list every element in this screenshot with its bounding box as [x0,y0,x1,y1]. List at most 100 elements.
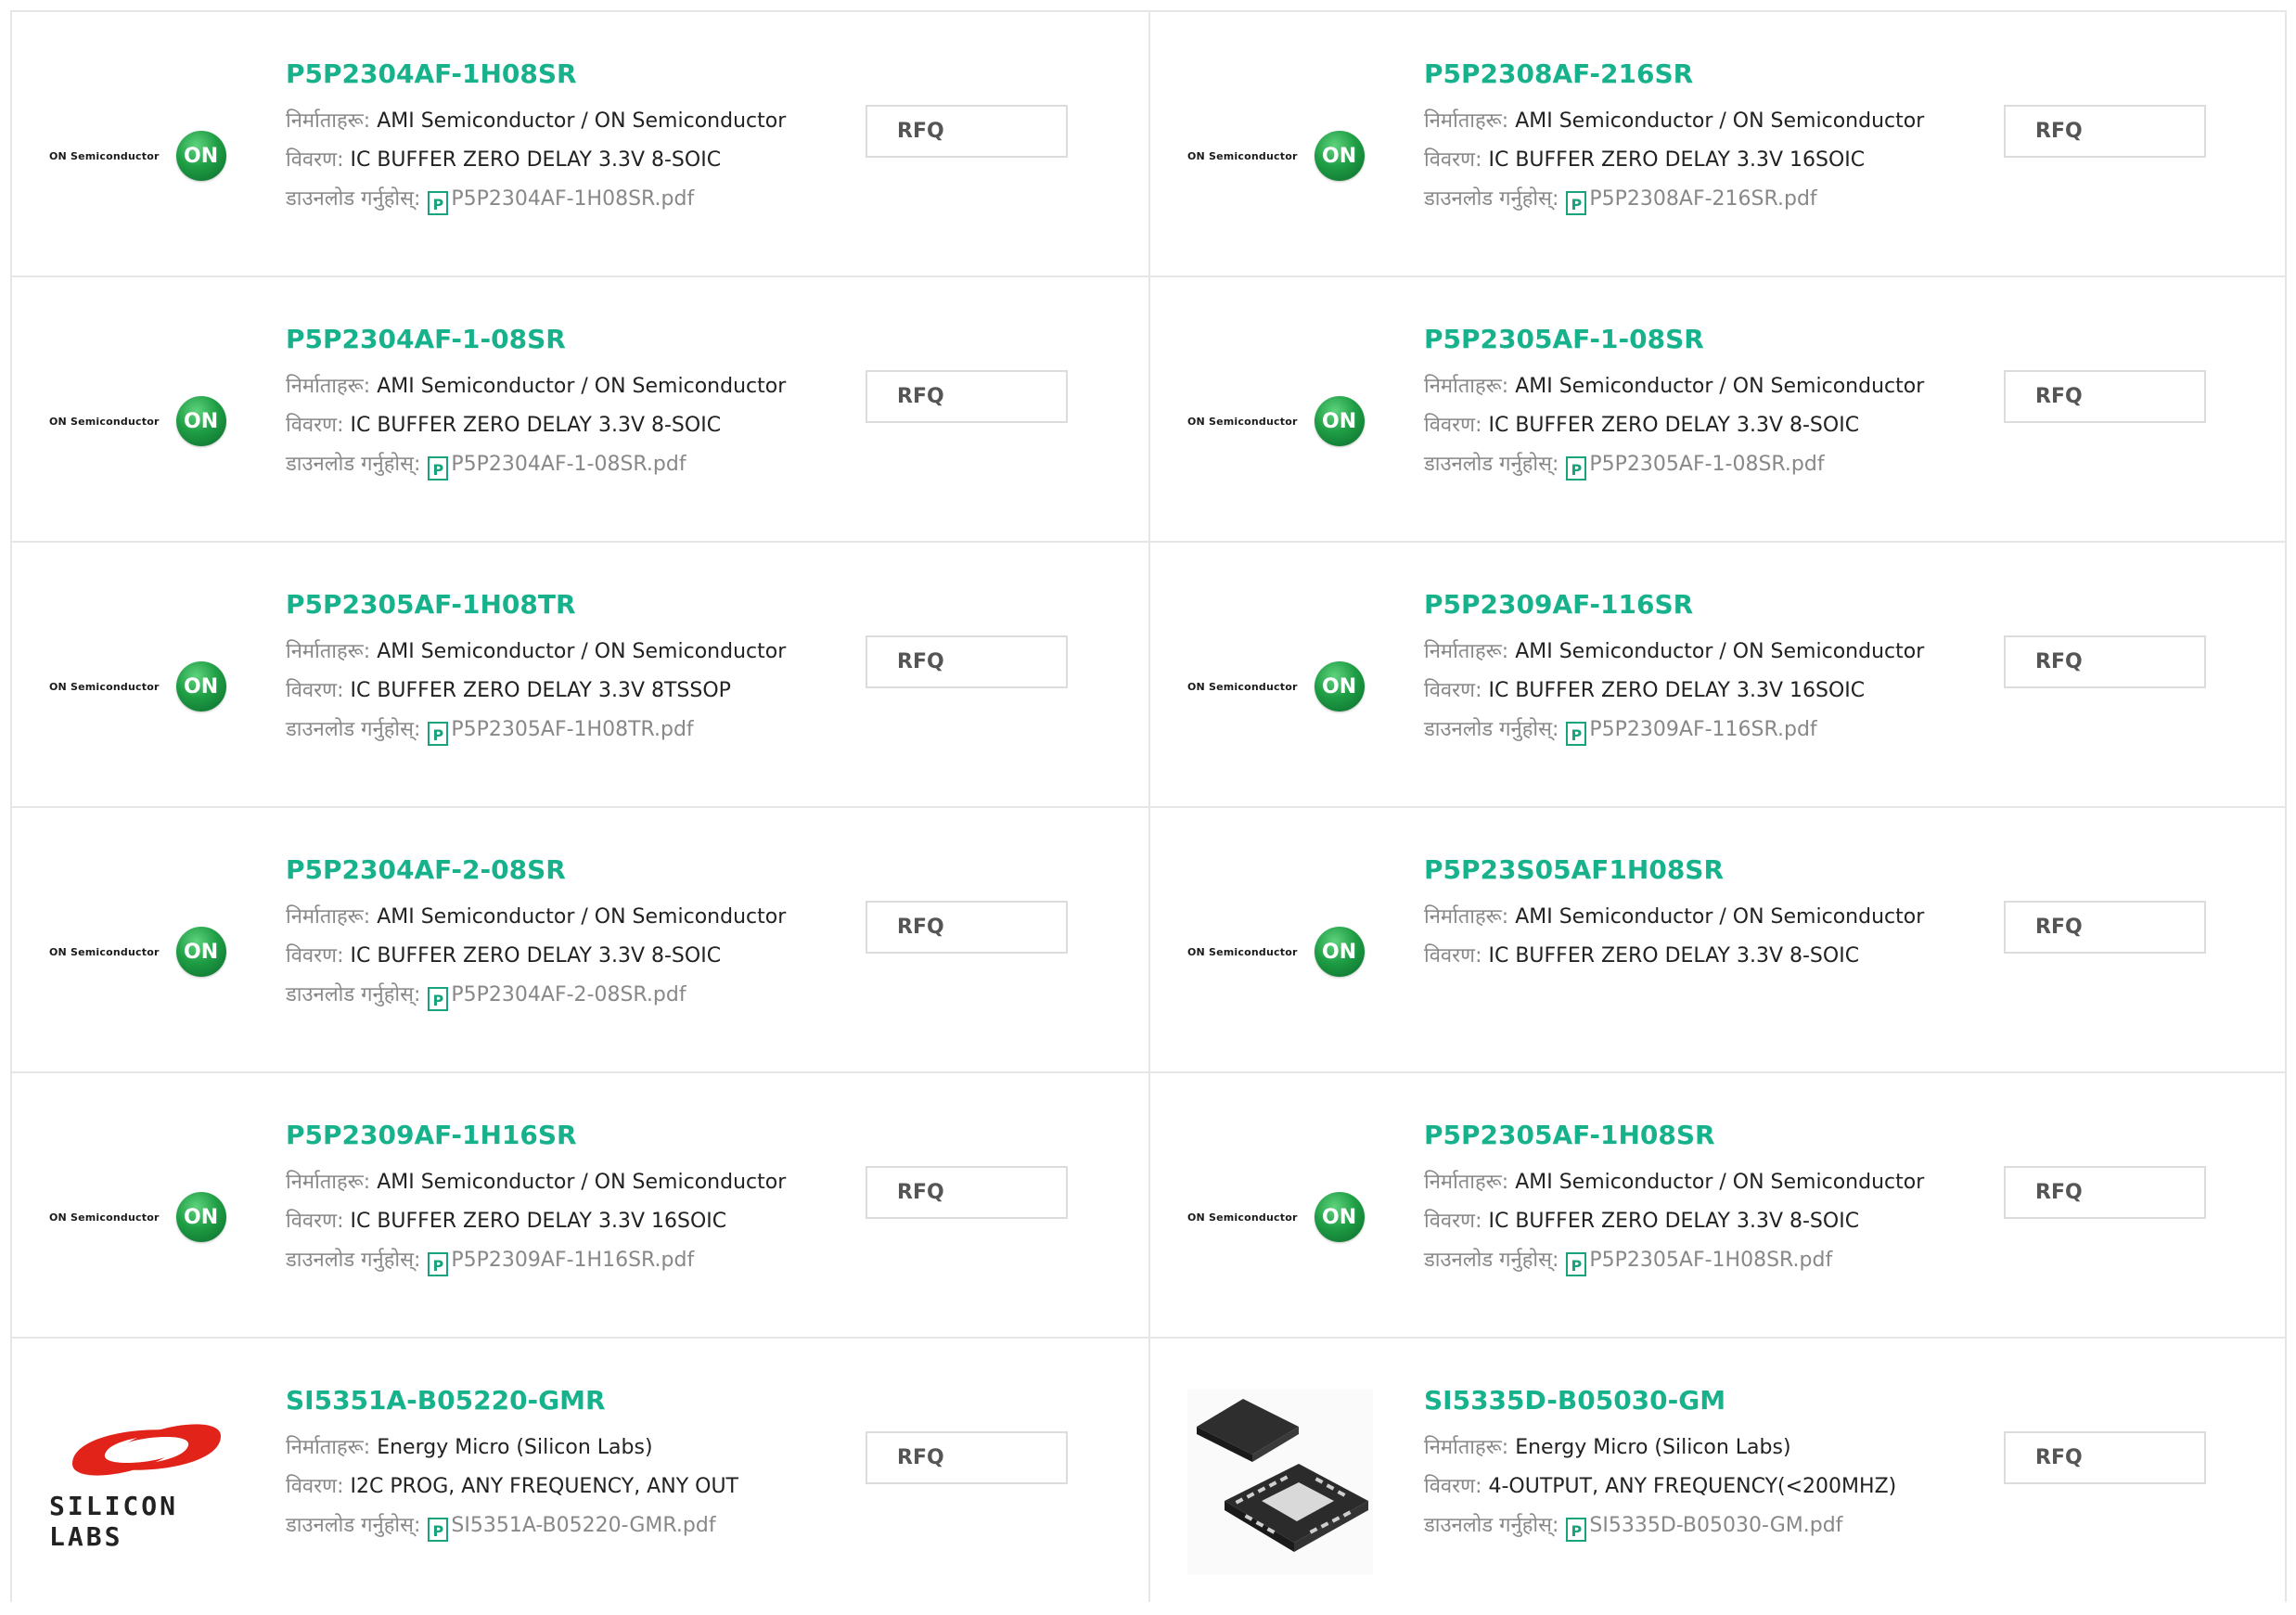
datasheet-link[interactable]: P5P2309AF-116SR.pdf [1589,718,1816,741]
pdf-icon[interactable]: P [1566,722,1587,746]
onsemi-circle-icon: ON [1314,1192,1365,1242]
product-info: P5P2309AF-116SR निर्माताहरू: AMI Semicond… [1424,589,1981,750]
manufacturer-line: निर्माताहरू: Energy Micro (Silicon Labs) [286,1429,842,1468]
manufacturer-logo: SILICON LABS [49,1394,244,1570]
manufacturer-value: AMI Semiconductor / ON Semiconductor [377,905,787,929]
product-card: ON Semiconductor ON P5P2309AF-116SR निर्मात… [1148,541,2287,806]
description-label: विवरण: [286,414,344,437]
description-label: विवरण: [286,1475,344,1498]
onsemi-logo: ON Semiconductor ON [49,661,226,711]
rfq-button[interactable]: RFQ [866,370,1068,423]
manufacturer-label: निर्माताहरू: [1424,640,1509,663]
description-value: IC BUFFER ZERO DELAY 3.3V 8-SOIC [1488,944,1860,968]
product-info: P5P2304AF-1H08SR निर्माताहरू: AMI Semicon… [286,58,842,219]
download-line: डाउनलोड गर्नुहोस्: P P5P2305AF-1H08TR.pdf [286,711,842,750]
part-number-link[interactable]: P5P2305AF-1-08SR [1424,324,1981,354]
datasheet-link[interactable]: SI5335D-B05030-GM.pdf [1589,1514,1842,1537]
download-label: डाउनलोड गर्नुहोस्: [1424,718,1559,741]
manufacturer-logo: ON Semiconductor ON [1187,333,1382,509]
rfq-button[interactable]: RFQ [2004,901,2206,954]
manufacturer-label: निर्माताहरू: [286,640,371,663]
datasheet-link[interactable]: P5P2305AF-1H08SR.pdf [1589,1249,1832,1272]
product-info: SI5335D-B05030-GM निर्माताहरू: Energy Mic… [1424,1385,1981,1545]
pdf-icon[interactable]: P [428,1518,449,1542]
rfq-button[interactable]: RFQ [866,635,1068,688]
manufacturer-value: AMI Semiconductor / ON Semiconductor [377,640,787,663]
pdf-icon[interactable]: P [1566,1518,1587,1542]
download-line: डाउनलोड गर्नुहोस्: P P5P2309AF-1H16SR.pdf [286,1241,842,1280]
part-number-link[interactable]: P5P2309AF-1H16SR [286,1120,842,1150]
description-label: विवरण: [286,679,344,702]
part-number-link[interactable]: SI5351A-B05220-GMR [286,1385,842,1416]
rfq-button[interactable]: RFQ [2004,370,2206,423]
onsemi-logo-text: ON Semiconductor [49,415,160,428]
datasheet-link[interactable]: P5P2309AF-1H16SR.pdf [451,1249,694,1272]
manufacturer-value: AMI Semiconductor / ON Semiconductor [1515,1171,1925,1194]
pdf-icon[interactable]: P [1566,191,1587,215]
part-number-link[interactable]: SI5335D-B05030-GM [1424,1385,1981,1416]
datasheet-link[interactable]: P5P2305AF-1H08TR.pdf [451,718,693,741]
rfq-button[interactable]: RFQ [2004,635,2206,688]
part-number-link[interactable]: P5P2304AF-1-08SR [286,324,842,354]
rfq-button[interactable]: RFQ [866,1166,1068,1219]
download-label: डाउनलोड गर्नुहोस्: [1424,1514,1559,1537]
pdf-icon[interactable]: P [428,191,449,215]
description-label: विवरण: [1424,414,1482,437]
pdf-icon[interactable]: P [428,722,449,746]
download-line: डाउनलोड गर्नुहोस्: P P5P2304AF-1-08SR.pdf [286,445,842,484]
datasheet-link[interactable]: SI5351A-B05220-GMR.pdf [451,1514,715,1537]
onsemi-circle-icon: ON [1314,927,1365,977]
description-line: विवरण: IC BUFFER ZERO DELAY 3.3V 8-SOIC [1424,937,1981,976]
pdf-icon[interactable]: P [1566,1252,1587,1276]
description-line: विवरण: IC BUFFER ZERO DELAY 3.3V 8TSSOP [286,672,842,711]
manufacturer-logo [1187,1390,1382,1575]
part-number-link[interactable]: P5P2305AF-1H08SR [1424,1120,1981,1150]
rfq-button[interactable]: RFQ [866,1431,1068,1484]
manufacturer-line: निर्माताहरू: AMI Semiconductor / ON Semi… [286,367,842,406]
part-number-link[interactable]: P5P2308AF-216SR [1424,58,1981,89]
description-label: विवरण: [1424,679,1482,702]
onsemi-logo: ON Semiconductor ON [1187,1192,1365,1242]
download-label: डाउनलोड गर्नुहोस्: [1424,187,1559,211]
part-number-link[interactable]: P5P2304AF-1H08SR [286,58,842,89]
download-label: डाउनलोड गर्नुहोस्: [286,187,421,211]
manufacturer-value: AMI Semiconductor / ON Semiconductor [377,109,787,133]
rfq-button[interactable]: RFQ [2004,105,2206,158]
part-number-link[interactable]: P5P2309AF-116SR [1424,589,1981,620]
onsemi-circle-icon: ON [175,927,226,977]
datasheet-link[interactable]: P5P2308AF-216SR.pdf [1589,187,1816,211]
part-number-link[interactable]: P5P23S05AF1H08SR [1424,854,1981,885]
product-card: ON Semiconductor ON P5P2305AF-1-08SR निर्मा… [1148,276,2287,541]
onsemi-logo-text: ON Semiconductor [49,149,160,162]
pdf-icon[interactable]: P [1566,456,1587,481]
manufacturer-label: निर्माताहरू: [1424,905,1509,929]
datasheet-link[interactable]: P5P2304AF-1-08SR.pdf [451,453,686,476]
pdf-icon[interactable]: P [428,1252,449,1276]
rfq-button[interactable]: RFQ [2004,1431,2206,1484]
manufacturer-logo: ON Semiconductor ON [1187,1129,1382,1305]
manufacturer-value: AMI Semiconductor / ON Semiconductor [377,375,787,398]
product-info: P5P2304AF-2-08SR निर्माताहरू: AMI Semicon… [286,854,842,1015]
onsemi-logo: ON Semiconductor ON [1187,396,1365,446]
onsemi-logo-text: ON Semiconductor [1187,149,1298,162]
datasheet-link[interactable]: P5P2304AF-2-08SR.pdf [451,983,686,1006]
description-value: IC BUFFER ZERO DELAY 3.3V 8-SOIC [1488,414,1860,437]
part-number-link[interactable]: P5P2305AF-1H08TR [286,589,842,620]
datasheet-link[interactable]: P5P2304AF-1H08SR.pdf [451,187,694,211]
download-line: डाउनलोड गर्नुहोस्: P P5P2305AF-1-08SR.pdf [1424,445,1981,484]
manufacturer-label: निर्माताहरू: [286,905,371,929]
onsemi-circle-icon: ON [175,1192,226,1242]
rfq-button[interactable]: RFQ [866,901,1068,954]
download-line: डाउनलोड गर्नुहोस्: P P5P2305AF-1H08SR.pdf [1424,1241,1981,1280]
pdf-icon[interactable]: P [428,456,449,481]
product-info: P5P23S05AF1H08SR निर्माताहरू: AMI Semicon… [1424,854,1981,976]
rfq-button[interactable]: RFQ [866,105,1068,158]
product-info: P5P2309AF-1H16SR निर्माताहरू: AMI Semicon… [286,1120,842,1280]
part-number-link[interactable]: P5P2304AF-2-08SR [286,854,842,885]
pdf-icon[interactable]: P [428,987,449,1011]
rfq-button[interactable]: RFQ [2004,1166,2206,1219]
onsemi-logo-text: ON Semiconductor [49,1211,160,1224]
manufacturer-line: निर्माताहरू: AMI Semiconductor / ON Semi… [1424,102,1981,141]
datasheet-link[interactable]: P5P2305AF-1-08SR.pdf [1589,453,1824,476]
onsemi-logo-text: ON Semiconductor [1187,945,1298,958]
